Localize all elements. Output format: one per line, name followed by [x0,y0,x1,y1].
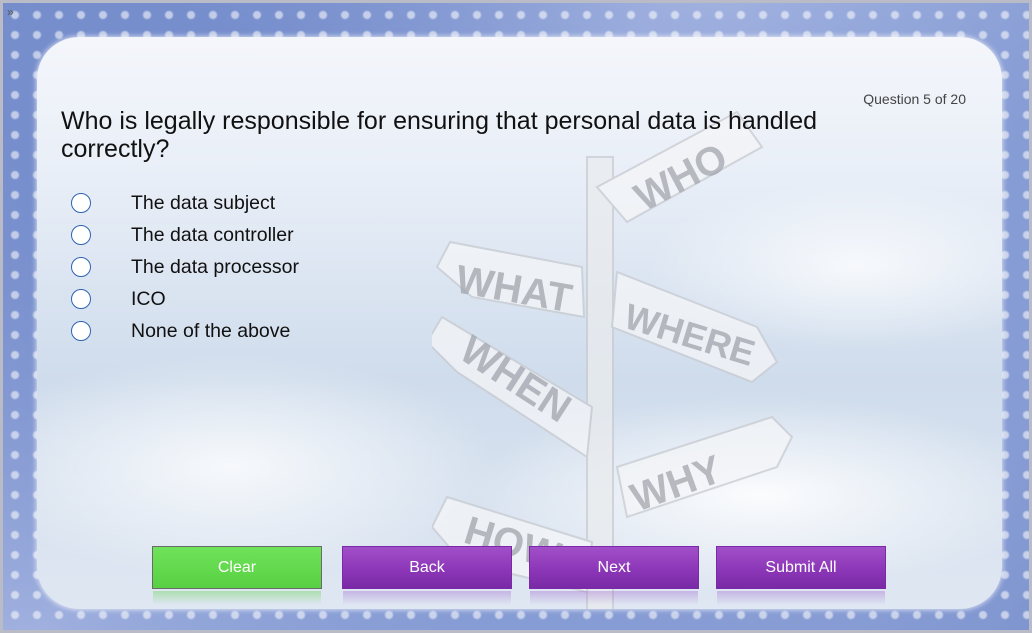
radio-button[interactable] [71,225,91,245]
expand-toggle-icon[interactable]: » [7,5,14,19]
next-button[interactable]: Next [529,546,699,605]
answer-option[interactable]: The data subject [71,187,299,219]
answer-option-label: ICO [131,287,166,310]
clear-button[interactable]: Clear [152,546,322,605]
answer-option[interactable]: The data controller [71,219,299,251]
answer-option-label: None of the above [131,319,291,342]
radio-button[interactable] [71,289,91,309]
answer-option[interactable]: ICO [71,283,299,315]
submit-all-button[interactable]: Submit All [716,546,886,605]
question-counter: Question 5 of 20 [863,91,966,107]
answer-option[interactable]: None of the above [71,315,299,347]
answer-option-label: The data controller [131,223,294,246]
answer-options: The data subject The data controller The… [71,187,299,347]
radio-button[interactable] [71,193,91,213]
answer-option[interactable]: The data processor [71,251,299,283]
answer-option-label: The data processor [131,255,300,278]
question-card: WHO WHAT WHERE WHEN WHY HOW Question 5 o… [37,37,1002,609]
radio-button[interactable] [71,321,91,341]
answer-option-label: The data subject [131,191,276,214]
question-text: Who is legally responsible for ensuring … [61,107,818,163]
back-button[interactable]: Back [342,546,512,605]
quiz-frame: » WHO WHAT WHERE WHEN WHY HOW Question 5 [0,0,1032,633]
radio-button[interactable] [71,257,91,277]
